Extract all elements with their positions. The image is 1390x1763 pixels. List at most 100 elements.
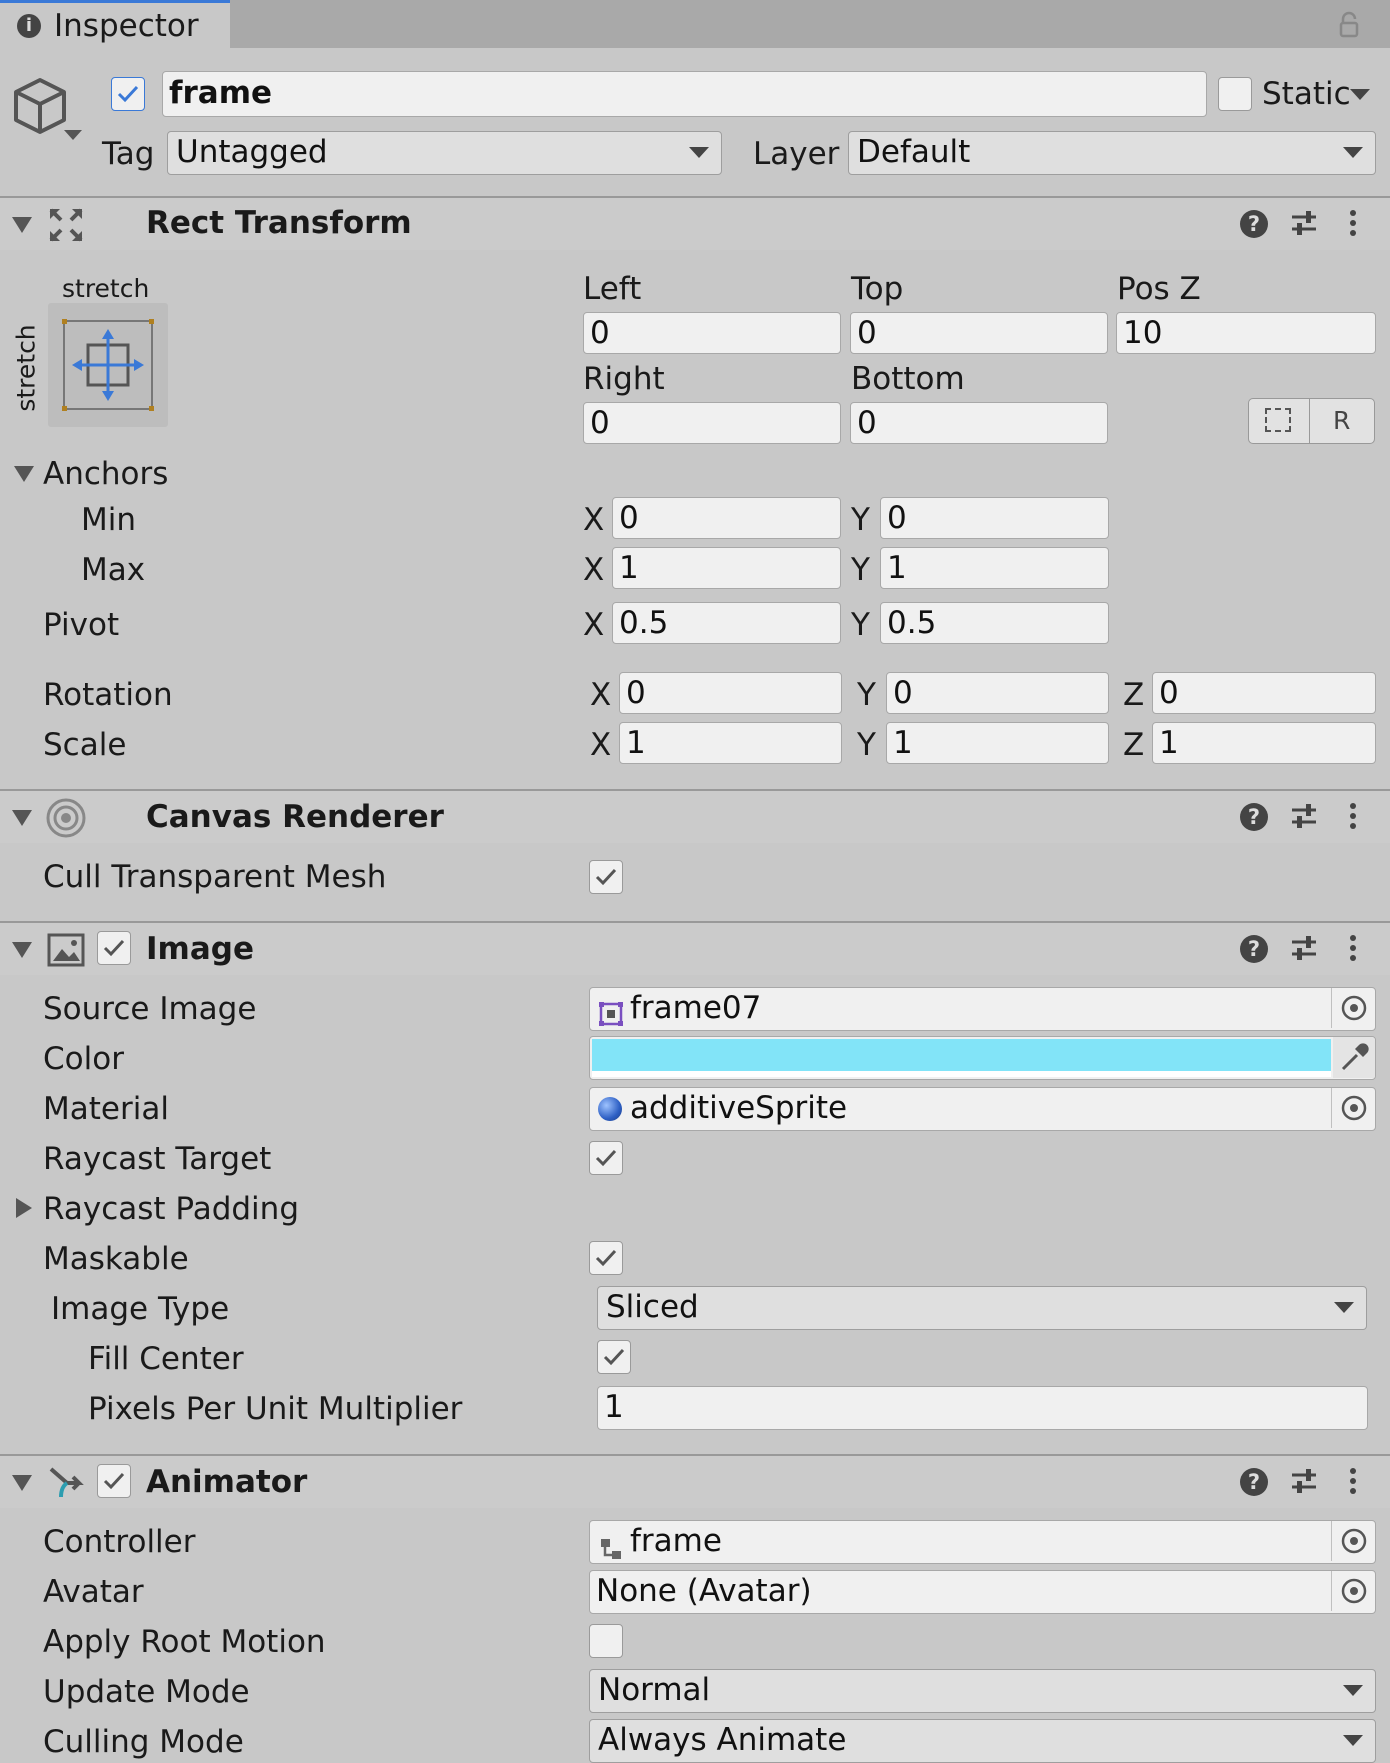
blueprint-mode-button[interactable] [1248,398,1310,444]
object-picker-icon[interactable] [1331,1088,1374,1128]
gameobject-cube-icon[interactable] [10,72,82,142]
source-image-field[interactable]: frame07 [589,987,1376,1031]
color-field[interactable] [589,1036,1376,1080]
raw-edit-button[interactable]: R [1309,398,1375,444]
image-title: Image [146,931,254,967]
posz-field[interactable]: 10 [1116,312,1376,354]
scale-y-field[interactable]: 1 [886,722,1109,764]
scale-y-label[interactable]: Y [857,727,876,763]
static-dropdown-icon[interactable] [1350,89,1370,100]
max-x-label[interactable]: X [583,552,604,588]
pivot-x-label[interactable]: X [583,607,604,643]
raycast-padding-foldout-icon[interactable] [16,1198,32,1218]
object-picker-icon[interactable] [1331,1521,1374,1561]
max-y-label[interactable]: Y [851,552,870,588]
anchors-label[interactable]: Anchors [43,456,168,492]
culling-mode-dropdown[interactable]: Always Animate [589,1719,1376,1763]
scale-z-label[interactable]: Z [1123,727,1144,763]
maskable-checkbox[interactable] [589,1241,623,1275]
right-field[interactable]: 0 [583,402,841,444]
help-icon[interactable]: ? [1240,210,1268,238]
left-field[interactable]: 0 [583,312,841,354]
image-type-dropdown[interactable]: Sliced [597,1286,1367,1330]
active-checkbox[interactable] [111,77,145,111]
presets-icon[interactable] [1289,208,1319,238]
foldout-arrow-icon[interactable] [12,1475,32,1491]
layer-dropdown[interactable]: Default [848,131,1376,175]
presets-icon[interactable] [1289,1466,1319,1496]
material-field[interactable]: additiveSprite [589,1087,1376,1131]
raycast-target-checkbox[interactable] [589,1141,623,1175]
avatar-field[interactable]: None (Avatar) [589,1570,1376,1614]
static-checkbox[interactable] [1218,77,1252,111]
presets-icon[interactable] [1289,801,1319,831]
pivot-y-label[interactable]: Y [851,607,870,643]
rot-x-field[interactable]: 0 [619,672,842,714]
controller-field[interactable]: frame [589,1520,1376,1564]
foldout-arrow-icon[interactable] [12,217,32,233]
foldout-arrow-icon[interactable] [12,810,32,826]
bottom-field[interactable]: 0 [850,402,1108,444]
raycast-padding-label[interactable]: Raycast Padding [43,1191,299,1227]
help-icon[interactable]: ? [1240,935,1268,963]
pivot-y-field[interactable]: 0.5 [880,602,1109,644]
image-type-label: Image Type [51,1291,230,1327]
tag-label: Tag [102,136,155,172]
more-icon[interactable] [1348,1466,1358,1496]
update-mode-value: Normal [598,1672,711,1708]
layer-value: Default [857,134,971,170]
color-label: Color [43,1041,124,1077]
more-icon[interactable] [1348,801,1358,831]
tag-dropdown[interactable]: Untagged [167,131,722,175]
static-label[interactable]: Static [1262,76,1351,112]
image-component-icon [47,933,85,967]
animator-enabled-checkbox[interactable] [97,1464,131,1498]
update-mode-dropdown[interactable]: Normal [589,1669,1376,1713]
scale-x-field[interactable]: 1 [619,722,842,764]
inspector-tab[interactable]: i Inspector [0,0,230,48]
rot-z-field[interactable]: 0 [1152,672,1376,714]
more-icon[interactable] [1348,933,1358,963]
cull-transparent-mesh-checkbox[interactable] [589,860,623,894]
more-icon[interactable] [1348,208,1358,238]
scale-x-label[interactable]: X [590,727,611,763]
scale-z-field[interactable]: 1 [1152,722,1376,764]
pivot-x-field[interactable]: 0.5 [612,602,841,644]
fill-center-label: Fill Center [88,1341,244,1377]
anchors-foldout-icon[interactable] [14,466,34,482]
help-icon[interactable]: ? [1240,803,1268,831]
rot-y-field[interactable]: 0 [886,672,1109,714]
scale-label: Scale [43,727,127,763]
lock-icon[interactable] [1334,10,1364,40]
info-icon: i [17,14,41,38]
presets-icon[interactable] [1289,933,1319,963]
fill-center-checkbox[interactable] [597,1340,631,1374]
min-y-label[interactable]: Y [851,502,870,538]
foldout-arrow-icon[interactable] [12,942,32,958]
color-swatch[interactable] [592,1039,1331,1071]
rot-y-label[interactable]: Y [857,677,876,713]
anchor-preset-button[interactable] [48,303,168,427]
help-icon[interactable]: ? [1240,1468,1268,1496]
ppu-multiplier-field[interactable]: 1 [597,1386,1368,1430]
sprite-icon [598,997,624,1026]
alpha-bar [592,1071,1331,1077]
rot-x-label[interactable]: X [590,677,611,713]
eyedropper-icon[interactable] [1333,1037,1375,1078]
object-picker-icon[interactable] [1331,988,1374,1028]
image-enabled-checkbox[interactable] [97,931,131,965]
apply-root-motion-checkbox[interactable] [589,1624,623,1658]
pivot-label: Pivot [43,607,120,643]
controller-value: frame [630,1523,722,1559]
max-y-field[interactable]: 1 [880,547,1109,589]
rot-z-label[interactable]: Z [1123,677,1144,713]
posz-label: Pos Z [1117,271,1201,307]
gameobject-name-field[interactable]: frame [162,71,1207,117]
min-x-field[interactable]: 0 [612,497,841,539]
max-x-field[interactable]: 1 [612,547,841,589]
min-x-label[interactable]: X [583,502,604,538]
min-y-field[interactable]: 0 [880,497,1109,539]
top-field[interactable]: 0 [850,312,1108,354]
source-image-label: Source Image [43,991,257,1027]
object-picker-icon[interactable] [1331,1571,1374,1611]
